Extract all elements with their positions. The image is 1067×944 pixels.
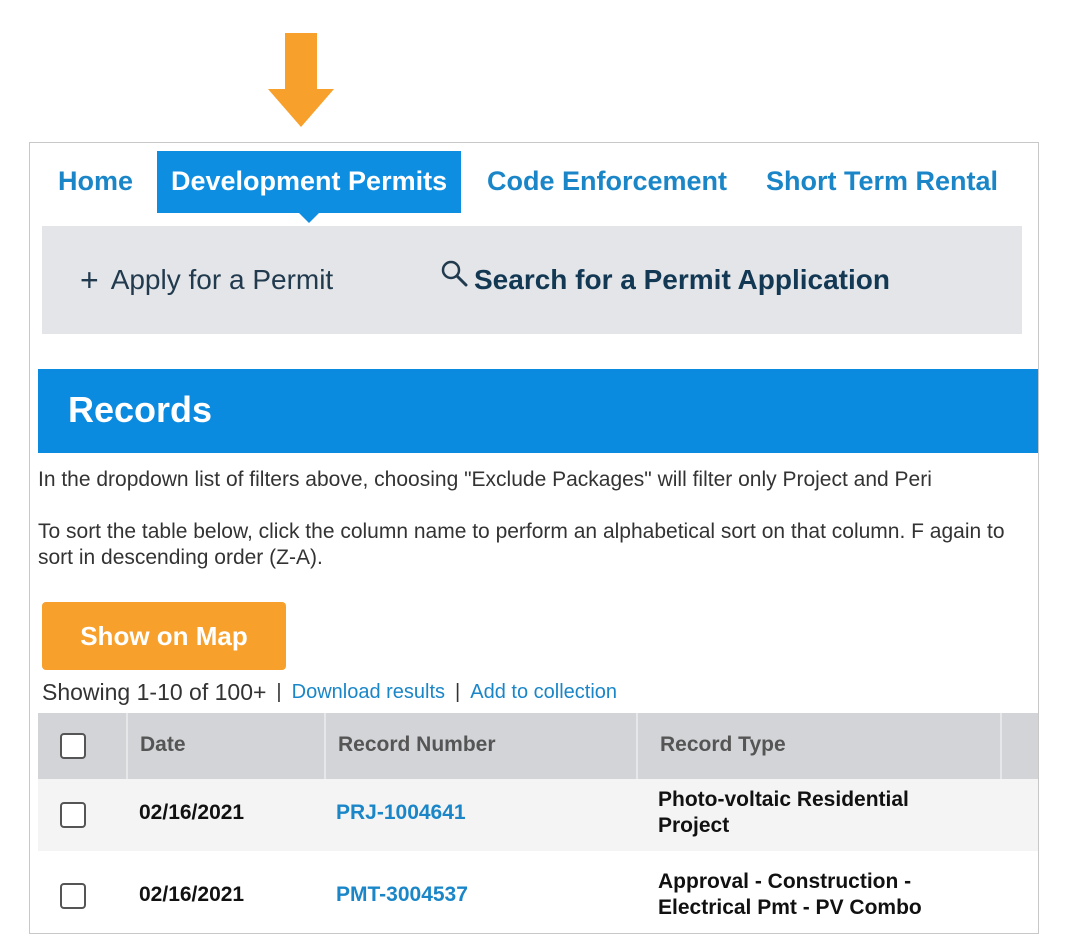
plus-icon: + <box>80 262 99 298</box>
column-header-record-number[interactable]: Record Number <box>338 713 496 779</box>
apply-for-permit-link[interactable]: + Apply for a Permit <box>80 260 333 300</box>
portal-screenshot: Home Development Permits Code Enforcemen… <box>29 142 1039 934</box>
row-record-type: Approval - Construction - Electrical Pmt… <box>658 870 922 919</box>
callout-arrow-icon <box>268 33 334 127</box>
tab-development-permits[interactable]: Development Permits <box>157 151 462 223</box>
row-record-number-link[interactable]: PRJ-1004641 <box>336 801 466 825</box>
apply-for-permit-label: Apply for a Permit <box>110 264 334 295</box>
row-date: 02/16/2021 <box>139 801 245 824</box>
main-nav: Home Development Permits Code Enforcemen… <box>30 151 1038 223</box>
search-icon <box>441 260 468 287</box>
tab-code-enforcement[interactable]: Code Enforcement <box>487 151 727 213</box>
filter-info-text: In the dropdown list of filters above, c… <box>38 468 932 491</box>
separator: | <box>455 680 461 703</box>
results-summary: Showing 1-10 of 100+ | Download results … <box>42 677 617 707</box>
results-count: Showing 1-10 of 100+ <box>42 678 267 705</box>
column-divider <box>324 713 326 779</box>
download-results-link[interactable]: Download results <box>292 681 445 704</box>
search-permit-label: Search for a Permit Application <box>474 264 890 295</box>
tab-short-term-rental[interactable]: Short Term Rental <box>766 151 998 213</box>
sort-info-text: To sort the table below, click the colum… <box>38 520 1005 569</box>
select-all-checkbox[interactable] <box>60 733 86 759</box>
separator: | <box>276 680 282 703</box>
table-row: 02/16/2021 PMT-3004537 Approval - Constr… <box>38 851 1038 931</box>
column-divider <box>636 713 638 779</box>
column-header-record-type[interactable]: Record Type <box>660 713 786 779</box>
column-header-date[interactable]: Date <box>140 713 186 779</box>
tab-home[interactable]: Home <box>58 151 133 213</box>
add-to-collection-link[interactable]: Add to collection <box>470 681 617 704</box>
row-checkbox[interactable] <box>60 883 86 909</box>
row-date: 02/16/2021 <box>139 883 245 906</box>
table-row: 02/16/2021 PRJ-1004641 Photo-voltaic Res… <box>38 779 1038 851</box>
column-divider <box>1000 713 1002 779</box>
show-on-map-button[interactable]: Show on Map <box>42 602 286 670</box>
submenu-bar: + Apply for a Permit Search for a Permit… <box>42 226 1022 334</box>
row-record-number-link[interactable]: PMT-3004537 <box>336 883 468 907</box>
table-header: Date Record Number Record Type <box>38 713 1038 779</box>
records-table: Date Record Number Record Type 02/16/202… <box>38 713 1038 931</box>
records-title: Records <box>38 369 1038 453</box>
row-checkbox[interactable] <box>60 802 86 828</box>
row-record-type: Photo-voltaic Residential Project <box>658 788 909 837</box>
search-permit-link[interactable]: Search for a Permit Application <box>440 260 890 300</box>
column-divider <box>126 713 128 779</box>
